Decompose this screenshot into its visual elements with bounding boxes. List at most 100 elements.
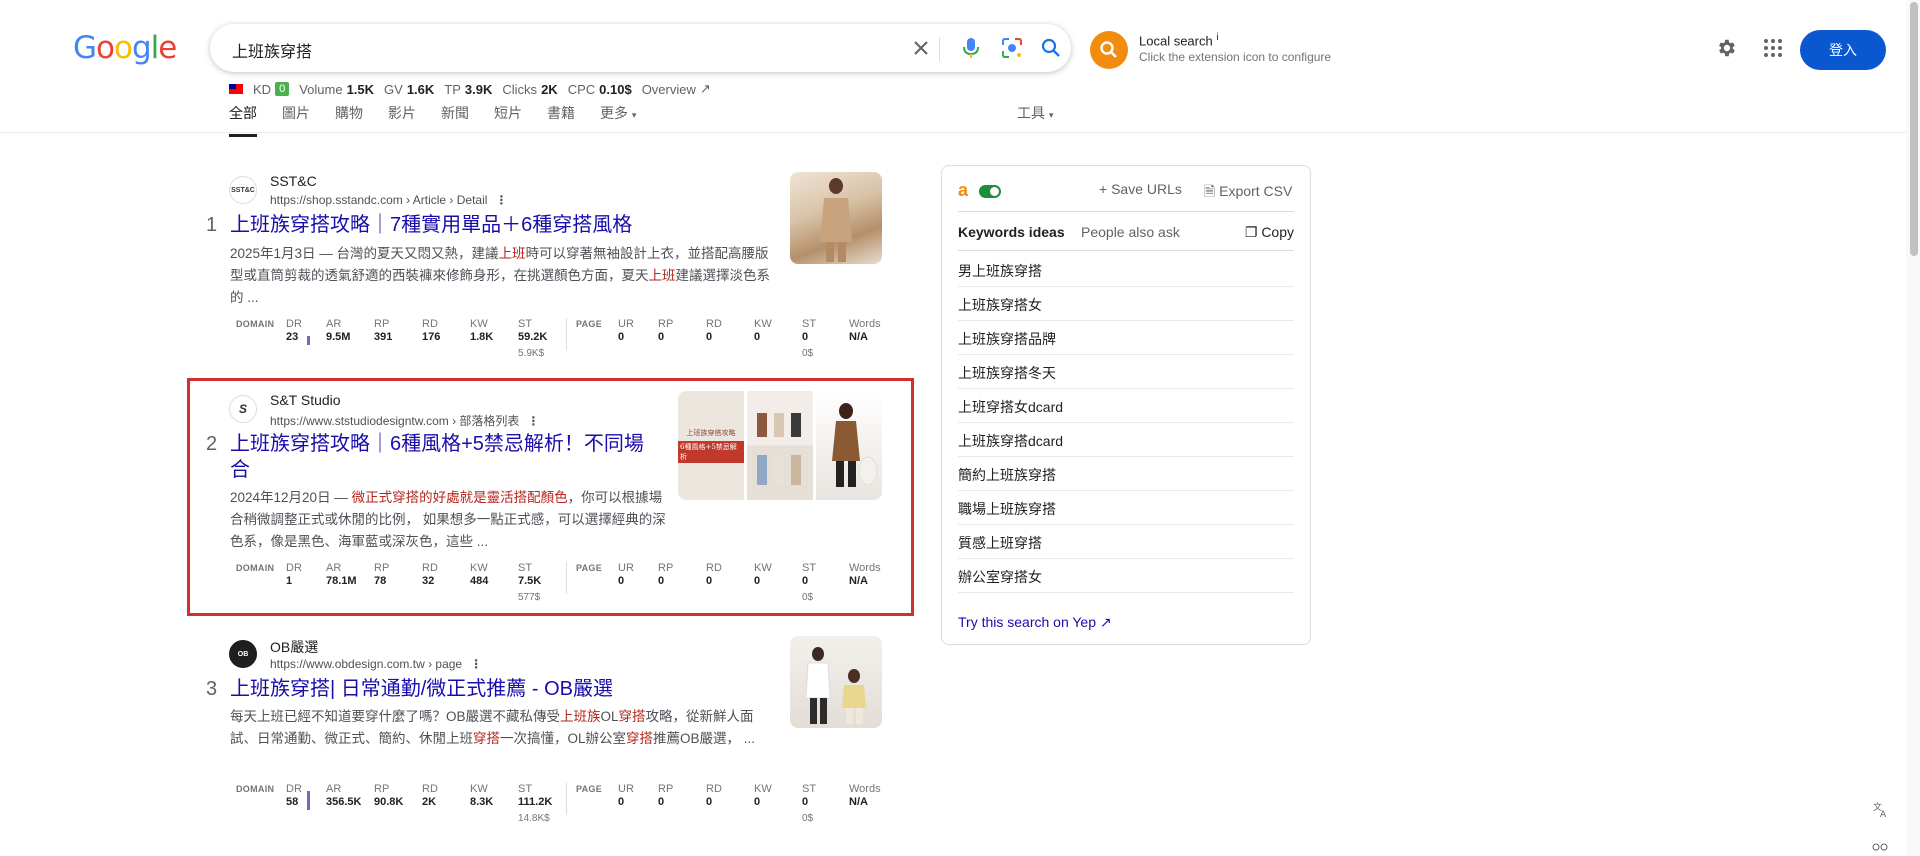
site-name[interactable]: OB嚴選	[270, 637, 318, 657]
header-divider	[0, 132, 1920, 133]
result-thumbnail[interactable]	[790, 636, 882, 728]
ahrefs-logo: a	[958, 180, 969, 200]
caret-down-icon: ▾	[631, 110, 637, 120]
rp-metric: RP 90.8K	[374, 783, 404, 808]
keyword-item[interactable]: 上班族穿搭女	[958, 287, 1294, 321]
caret-down-icon: ▾	[1048, 110, 1054, 120]
copy-label: Copy	[1261, 224, 1294, 240]
keyword-item[interactable]: 職場上班族穿搭	[958, 491, 1294, 525]
overview-link[interactable]: Overview	[642, 82, 696, 97]
extension-corner-icon[interactable]	[1872, 842, 1888, 856]
highlight-box	[187, 378, 914, 616]
apps-grid-icon[interactable]	[1763, 38, 1783, 63]
keyword-item[interactable]: 上班族穿搭品牌	[958, 321, 1294, 355]
ar-metric: AR 356.5K	[326, 783, 362, 808]
extension-search-icon[interactable]	[1090, 31, 1128, 69]
keyword-metrics-bar: KD 0 Volume 1.5K GV 1.6K TP 3.9K Clicks 2K C…	[229, 81, 711, 97]
logo-letter: o	[114, 30, 133, 66]
export-csv-button[interactable]: 🗎 Export CSV	[1204, 181, 1292, 205]
translate-icon[interactable]: 文A	[1872, 800, 1890, 821]
site-favicon[interactable]: OB	[229, 640, 257, 668]
site-name[interactable]: SST&C	[270, 173, 317, 189]
panel-divider	[958, 250, 1294, 251]
external-link-icon[interactable]: ↗	[700, 81, 711, 97]
tab-people-also-ask[interactable]: People also ask	[1081, 224, 1180, 240]
gv-value: 1.6K	[406, 81, 435, 97]
save-urls-button[interactable]: + Save URLs	[1099, 181, 1182, 197]
export-icon: 🗎	[1204, 183, 1216, 199]
domain-metrics-row: DOMAIN DR 58 AR 356.5K RP 90.8K RD 2K KW 8.3K…	[230, 783, 910, 833]
clicks-label: Clicks	[502, 81, 538, 97]
more-options-icon[interactable]: ⋮	[470, 657, 482, 671]
volume-value: 1.5K	[346, 81, 375, 97]
keyword-item[interactable]: 質感上班穿搭	[958, 525, 1294, 559]
info-icon[interactable]: i	[1216, 32, 1218, 43]
site-url[interactable]: https://www.obdesign.com.tw › page ⋮	[270, 657, 482, 671]
more-options-icon[interactable]: ⋮	[495, 193, 507, 207]
tp-value: 3.9K	[464, 81, 493, 97]
clicks-value: 2K	[541, 81, 558, 97]
export-csv-label: Export CSV	[1219, 183, 1293, 199]
sign-in-button[interactable]: 登入	[1800, 30, 1886, 70]
page-label: PAGE	[576, 784, 603, 794]
site-url[interactable]: https://shop.sstandc.com › Article › Det…	[270, 193, 507, 207]
result-snippet: 每天上班已經不知道要穿什麼了嗎？OB嚴選不藏私傳受上班族OL穿搭攻略，從新鮮人面…	[230, 709, 756, 746]
settings-gear-icon[interactable]	[1715, 37, 1737, 64]
result-thumbnail[interactable]	[790, 172, 882, 264]
domain-metrics-row: DOMAIN DR 23 AR 9.5M RP 391 RD 176 KW 1.8K ST…	[230, 318, 910, 368]
tab-keywords-ideas[interactable]: Keywords ideas	[958, 224, 1065, 240]
kw-metric: KW 1.8K	[470, 318, 494, 343]
words-metric: Words N/A	[849, 783, 881, 808]
page-kw-metric: KW 0	[754, 783, 772, 808]
kw-metric: KW 8.3K	[470, 783, 494, 808]
tools-label: 工具	[1017, 105, 1045, 121]
copy-button[interactable]: ❐ Copy	[1245, 224, 1294, 241]
copy-icon: ❐	[1244, 224, 1258, 240]
logo-letter: G	[73, 30, 97, 66]
kd-label: KD	[253, 81, 272, 97]
site-favicon[interactable]: SST&C	[229, 176, 257, 204]
result-snippet: 2025年1月3日 — 台灣的夏天又悶又熱，建議上班時可以穿著無袖設計上衣，並搭…	[230, 246, 770, 305]
tab-more-label: 更多	[600, 105, 628, 121]
metrics-divider	[566, 318, 567, 350]
microphone-icon[interactable]	[957, 34, 985, 62]
keyword-item[interactable]: 上班穿搭女dcard	[958, 389, 1294, 423]
yep-link-label: Try this search on Yep	[958, 614, 1097, 630]
result-number: 1	[206, 214, 218, 236]
google-logo[interactable]: Google	[73, 30, 177, 66]
dr-metric: DR 23	[286, 318, 302, 343]
clear-icon[interactable]	[907, 34, 935, 62]
search-input[interactable]: 上班族穿搭	[232, 38, 312, 62]
extension-toggle[interactable]	[979, 185, 1001, 198]
yep-search-link[interactable]: Try this search on Yep ↗	[958, 614, 1112, 631]
metrics-divider	[566, 783, 567, 815]
svg-text:A: A	[1880, 810, 1887, 818]
site-url-text: https://shop.sstandc.com › Article › Det…	[270, 193, 488, 207]
keyword-item[interactable]: 男上班族穿搭	[958, 253, 1294, 287]
search-divider	[939, 37, 940, 61]
keyword-item[interactable]: 簡約上班族穿搭	[958, 457, 1294, 491]
search-box[interactable]: 上班族穿搭	[210, 24, 1071, 72]
extension-title: Local search i	[1139, 32, 1219, 49]
plus-icon: +	[1099, 181, 1108, 197]
dr-metric: DR 58	[286, 783, 302, 808]
domain-label: DOMAIN	[236, 319, 275, 329]
st-metric: ST 59.2K 5.9K$	[518, 318, 548, 359]
panel-divider	[958, 211, 1294, 212]
extension-subtitle: Click the extension icon to configure	[1139, 50, 1332, 64]
volume-label: Volume	[299, 81, 343, 97]
camera-lens-icon[interactable]	[998, 34, 1026, 62]
page-kw-metric: KW 0	[754, 318, 772, 343]
keyword-item[interactable]: 上班族穿搭冬天	[958, 355, 1294, 389]
keyword-item[interactable]: 辦公室穿搭女	[958, 559, 1294, 593]
search-icon[interactable]	[1037, 34, 1065, 62]
tools-button[interactable]: 工具 ▾	[1017, 103, 1053, 123]
dr-level-bar	[307, 791, 310, 810]
st-metric: ST 111.2K 14.8K$	[518, 783, 553, 824]
scrollbar-thumb[interactable]	[1910, 2, 1918, 256]
keyword-item[interactable]: 上班族穿搭dcard	[958, 423, 1294, 457]
result-title[interactable]: 上班族穿搭攻略｜7種實用單品＋6種穿搭風格	[230, 212, 632, 238]
ur-metric: UR 0	[618, 783, 634, 808]
page-rp-metric: RP 0	[658, 318, 674, 343]
result-title[interactable]: 上班族穿搭| 日常通勤/微正式推薦 - OB嚴選	[230, 676, 613, 702]
